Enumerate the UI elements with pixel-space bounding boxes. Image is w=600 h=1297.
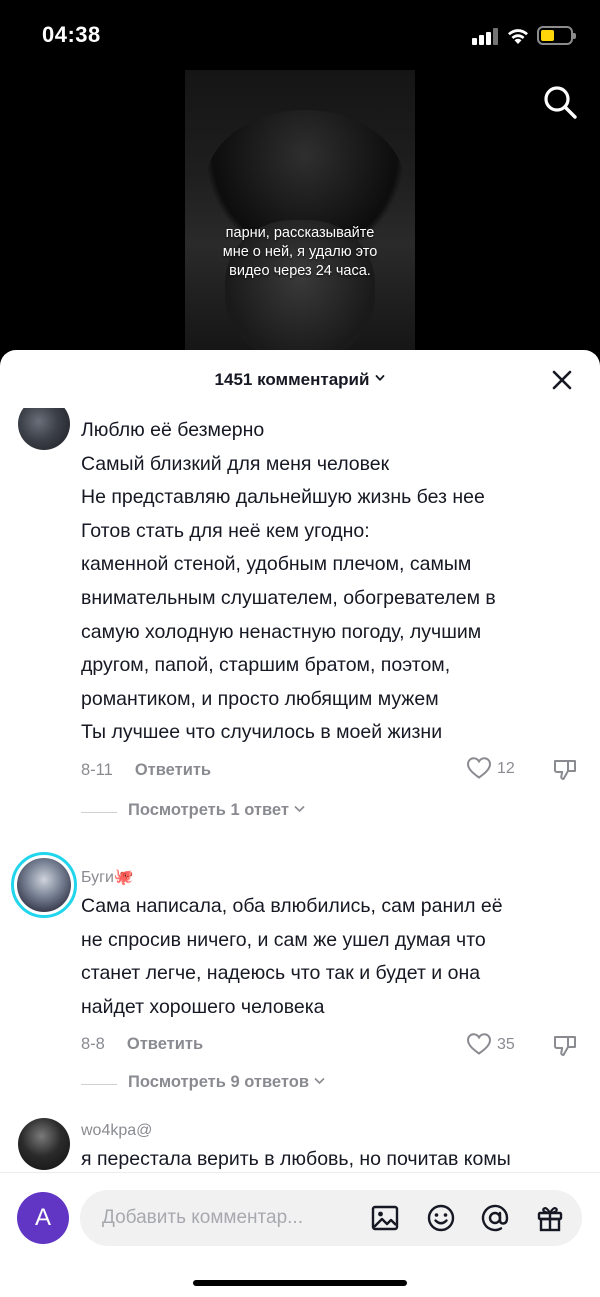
view-replies-label: Посмотреть 1 ответ [128, 801, 305, 820]
dislike-icon[interactable] [552, 1032, 578, 1058]
comment-username[interactable]: komit983 [81, 408, 146, 410]
my-avatar[interactable]: A [17, 1192, 69, 1244]
comments-sheet: 1451 комментарий komit983 Люблю её безме… [0, 350, 600, 1297]
cellular-signal-icon [472, 27, 498, 45]
like-count: 35 [497, 1036, 515, 1053]
status-bar: 04:38 [0, 0, 600, 70]
image-icon[interactable] [370, 1203, 400, 1233]
comments-count-title[interactable]: 1451 комментарий [0, 370, 600, 390]
chevron-down-icon [313, 1077, 325, 1085]
comment-text: Сама написала, оба влюбились, сам ранил … [81, 895, 503, 1018]
video-caption: парни, рассказывайте мне о ней, я удалю … [222, 225, 378, 279]
mention-icon[interactable] [480, 1203, 510, 1233]
comments-list[interactable]: komit983 Люблю её безмерно Самый близкий… [0, 408, 600, 1173]
comment-date: 8-8 [81, 1035, 105, 1053]
comment-avatar[interactable] [18, 1118, 70, 1170]
like-button[interactable]: 12 [466, 756, 526, 784]
sheet-header: 1451 комментарий [0, 350, 600, 408]
gift-icon[interactable] [535, 1203, 565, 1233]
comment-input[interactable] [102, 1204, 352, 1232]
emoji-icon[interactable] [426, 1203, 456, 1233]
reply-button[interactable]: Ответить [127, 1035, 203, 1053]
like-count: 12 [497, 760, 515, 777]
comment-avatar[interactable] [11, 852, 77, 918]
heart-icon [466, 757, 492, 779]
like-button[interactable]: 35 [466, 1032, 526, 1060]
replies-divider [81, 812, 117, 813]
comment-username[interactable]: wo4kpa@ [81, 1122, 152, 1140]
home-indicator [193, 1280, 407, 1286]
comments-count-label: 1451 комментарий [214, 370, 370, 389]
comment-text: я перестала верить в любовь, но почитав … [81, 1148, 511, 1170]
close-icon[interactable] [550, 368, 574, 392]
video-player[interactable]: парни, рассказывайте мне о ней, я удалю … [185, 70, 415, 360]
chevron-down-icon [293, 805, 305, 813]
chevron-down-icon [376, 375, 385, 381]
comment-meta: 8-8 Ответить [81, 1035, 203, 1054]
battery-icon [537, 26, 576, 45]
comment-meta: 8-11 Ответить [81, 761, 211, 780]
view-replies-label: Посмотреть 9 ответов [128, 1073, 325, 1092]
search-icon[interactable] [540, 82, 580, 122]
comment-avatar[interactable] [18, 408, 70, 450]
comment-date: 8-11 [81, 761, 113, 779]
dislike-icon[interactable] [552, 756, 578, 782]
comment-input-container[interactable] [80, 1190, 582, 1246]
heart-icon [466, 1033, 492, 1055]
replies-divider [81, 1084, 117, 1085]
wifi-icon [508, 29, 528, 44]
status-time: 04:38 [42, 22, 101, 47]
comment-input-bar: A [0, 1172, 600, 1297]
comment-username[interactable]: Буги🐙 [81, 867, 134, 887]
reply-button[interactable]: Ответить [135, 761, 211, 779]
comment-text: Люблю её безмерно Самый близкий для меня… [81, 419, 496, 744]
